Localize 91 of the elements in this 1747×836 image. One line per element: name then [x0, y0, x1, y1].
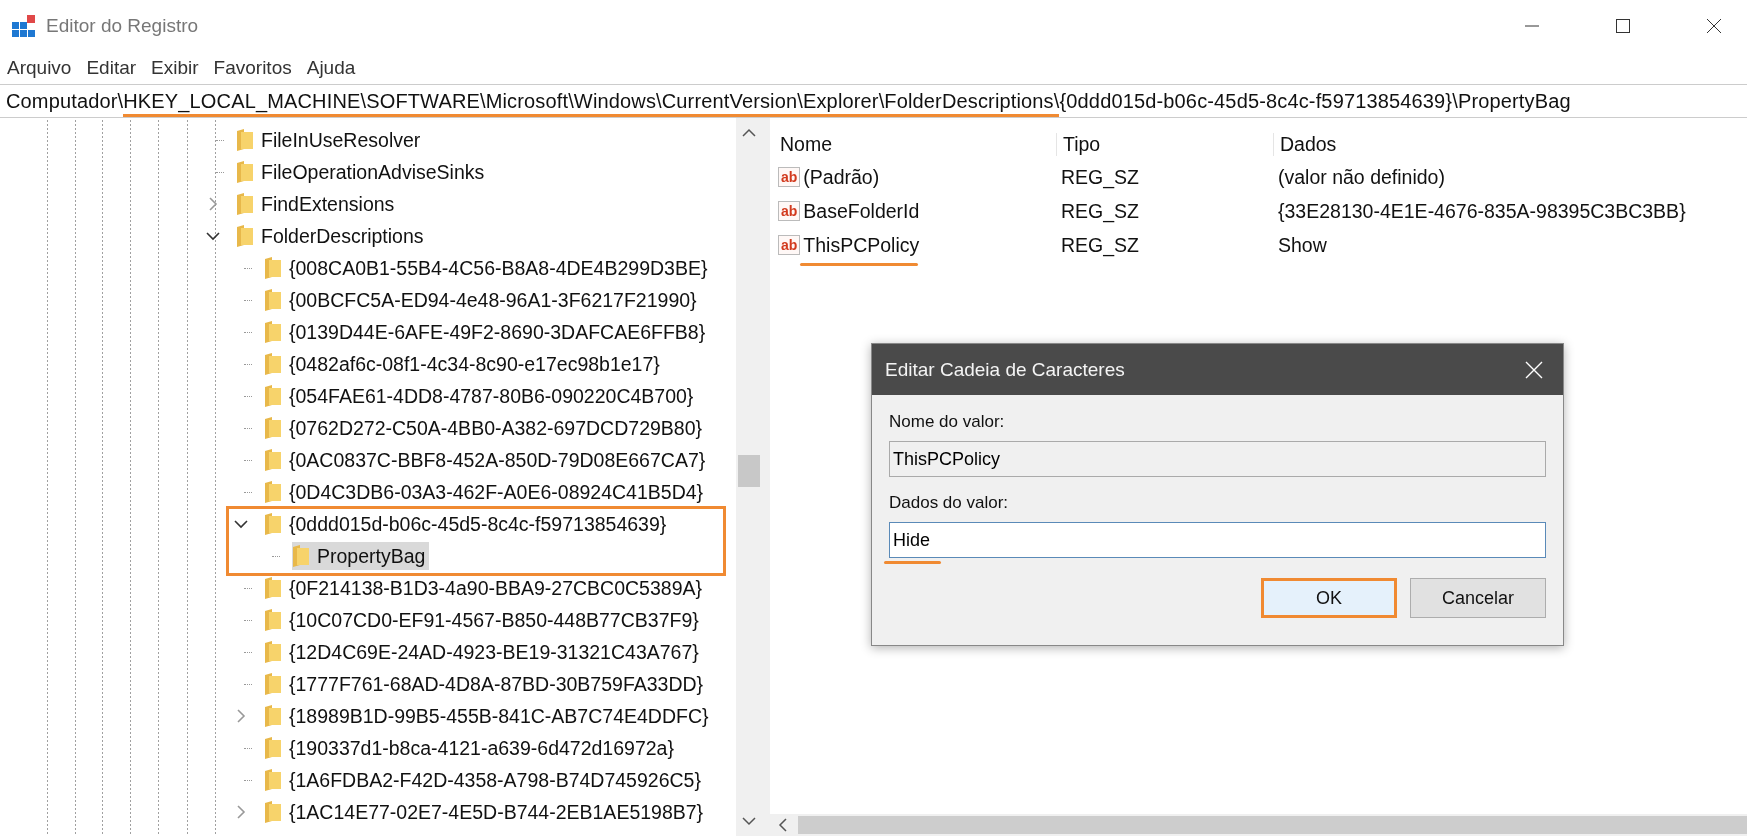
registry-editor-icon [11, 13, 37, 39]
folder-icon [264, 320, 282, 344]
tree-item[interactable]: {0ddd015d-b06c-45d5-8c4c-f59713854639} [264, 510, 671, 538]
tree-item[interactable]: {0D4C3DB6-03A3-462F-A0E6-08924C41B5D4} [264, 478, 708, 506]
horizontal-scrollbar[interactable] [770, 814, 1747, 836]
vertical-scrollbar[interactable] [736, 118, 762, 836]
scroll-left-icon[interactable] [778, 818, 788, 832]
folder-icon [264, 288, 282, 312]
folder-icon [264, 384, 282, 408]
table-cell-text: {33E28130-4E1E-4676-835A-98395C3BC3BB} [1277, 199, 1687, 223]
folder-icon [292, 544, 310, 568]
address-bar[interactable]: Computador\HKEY_LOCAL_MACHINE\SOFTWARE\Microsoft\Windows\CurrentVersion\Explorer\FolderDescriptions\{0ddd015d-b06c-45d5-8c4c-f59713854639}\PropertyBag [0, 84, 1747, 118]
tree-item[interactable]: FileInUseResolver [236, 126, 425, 154]
scrollbar-thumb[interactable] [798, 816, 1747, 834]
tree-item[interactable]: {190337d1-b8ca-4121-a639-6d472d16972a} [264, 734, 678, 762]
tree-item[interactable]: {12D4C69E-24AD-4923-BE19-31321C43A767} [264, 638, 703, 666]
menu-item[interactable]: Favoritos [213, 57, 292, 79]
table-cell-text: REG_SZ [1060, 165, 1141, 189]
string-value-icon: ab [778, 235, 801, 255]
dialog-button[interactable]: Cancelar [1410, 578, 1546, 618]
tree-item[interactable]: {1A6FDBA2-F42D-4358-A798-B74D745926C5} [264, 766, 705, 794]
value-name[interactable]: ThisPCPolicy [803, 233, 920, 257]
close-icon[interactable] [1706, 18, 1722, 34]
column-header[interactable]: Tipo [1057, 132, 1274, 156]
scrollbar-thumb[interactable] [738, 455, 760, 487]
folder-icon [264, 448, 282, 472]
window-title: Editor do Registro [46, 15, 199, 37]
tree-item[interactable]: PropertyBag [292, 542, 430, 570]
folder-icon [264, 416, 282, 440]
menu-item[interactable]: Ajuda [306, 57, 356, 79]
value-name[interactable]: BaseFolderId [803, 199, 920, 223]
folder-icon [264, 352, 282, 376]
folder-icon [264, 256, 282, 280]
folder-icon [264, 576, 282, 600]
field-label: Nome do valor: [889, 412, 1006, 432]
string-value-icon: ab [778, 167, 801, 187]
folder-icon [236, 192, 254, 216]
maximize-icon[interactable] [1615, 18, 1631, 34]
folder-icon [264, 512, 282, 536]
tree-item[interactable]: FileOperationAdviseSinks [236, 158, 489, 186]
tree-item[interactable]: {054FAE61-4DD8-4787-80B6-090220C4B700} [264, 382, 698, 410]
scroll-down-icon[interactable] [742, 816, 756, 826]
dialog-title: Editar Cadeia de Caracteres [885, 358, 1125, 381]
folder-icon [236, 128, 254, 152]
field-label: Dados do valor: [889, 493, 1010, 513]
table-cell-text: REG_SZ [1060, 199, 1141, 223]
tree-item[interactable]: FindExtensions [236, 190, 399, 218]
tree-item[interactable]: {1777F761-68AD-4D8A-87BD-30B759FA33DD} [264, 670, 708, 698]
value-data-field[interactable]: Hide [889, 522, 1546, 558]
folder-icon [236, 224, 254, 248]
tree-item[interactable]: {008CA0B1-55B4-4C56-B8A8-4DE4B299D3BE} [264, 254, 712, 282]
scroll-up-icon[interactable] [742, 128, 756, 138]
column-header[interactable]: Nome [770, 132, 1057, 156]
tree-item[interactable]: {1AC14E77-02E7-4E5D-B744-2EB1AE5198B7} [264, 798, 708, 826]
menu-item[interactable]: Editar [86, 57, 137, 79]
chevron-down-icon[interactable] [206, 231, 220, 241]
tree-item[interactable]: {0139D44E-6AFE-49F2-8690-3DAFCAE6FFB8} [264, 318, 710, 346]
table-cell-text: Show [1277, 233, 1328, 257]
tree-item[interactable]: {0762D272-C50A-4BB0-A382-697DCD729B80} [264, 414, 707, 442]
table-cell-text: REG_SZ [1060, 233, 1141, 257]
folder-icon [264, 672, 282, 696]
folder-icon [264, 640, 282, 664]
menu-item[interactable]: Arquivo [7, 57, 72, 79]
table-cell-text: (valor não definido) [1277, 165, 1446, 189]
value-name[interactable]: (Padrão) [803, 165, 880, 189]
tree-item[interactable]: FolderDescriptions [236, 222, 428, 250]
value-name-field[interactable]: ThisPCPolicy [889, 441, 1546, 477]
address-path-text: {0ddd015d-b06c-45d5-8c4c-f59713854639}\PropertyBag [1059, 89, 1571, 112]
tree-item[interactable]: {10C07CD0-EF91-4567-B850-448B77CB37F9} [264, 606, 703, 634]
tree-item[interactable]: {18989B1D-99B5-455B-841C-AB7C74E4DDFC} [264, 702, 713, 730]
chevron-right-icon[interactable] [236, 709, 246, 723]
tree-item[interactable]: {0F214138-B1D3-4a90-BBA9-27CBC0C5389A} [264, 574, 707, 602]
tree-item[interactable]: {00BCFC5A-ED94-4e48-96A1-3F6217F21990} [264, 286, 701, 314]
folder-icon [264, 704, 282, 728]
address-path-text: HKEY_LOCAL_MACHINE\SOFTWARE\Microsoft\Windows\CurrentVersion\Explorer\FolderDescriptions\ [123, 90, 1060, 117]
folder-icon [264, 768, 282, 792]
string-value-icon: ab [778, 201, 801, 221]
dialog-button[interactable]: OK [1261, 578, 1397, 618]
folder-icon [264, 736, 282, 760]
column-header[interactable]: Dados [1274, 132, 1747, 156]
chevron-right-icon[interactable] [236, 805, 246, 819]
menu-item[interactable]: Exibir [151, 57, 199, 79]
folder-icon [264, 480, 282, 504]
folder-icon [236, 160, 254, 184]
folder-icon [264, 608, 282, 632]
tree-item[interactable]: {0482af6c-08f1-4c34-8c90-e17ec98b1e17} [264, 350, 664, 378]
chevron-right-icon[interactable] [208, 197, 218, 211]
tree-item[interactable]: {0AC0837C-BBF8-452A-850D-79D08E667CA7} [264, 446, 710, 474]
chevron-down-icon[interactable] [234, 519, 248, 529]
folder-icon [264, 800, 282, 824]
address-path-text: Computador\ [6, 89, 124, 112]
